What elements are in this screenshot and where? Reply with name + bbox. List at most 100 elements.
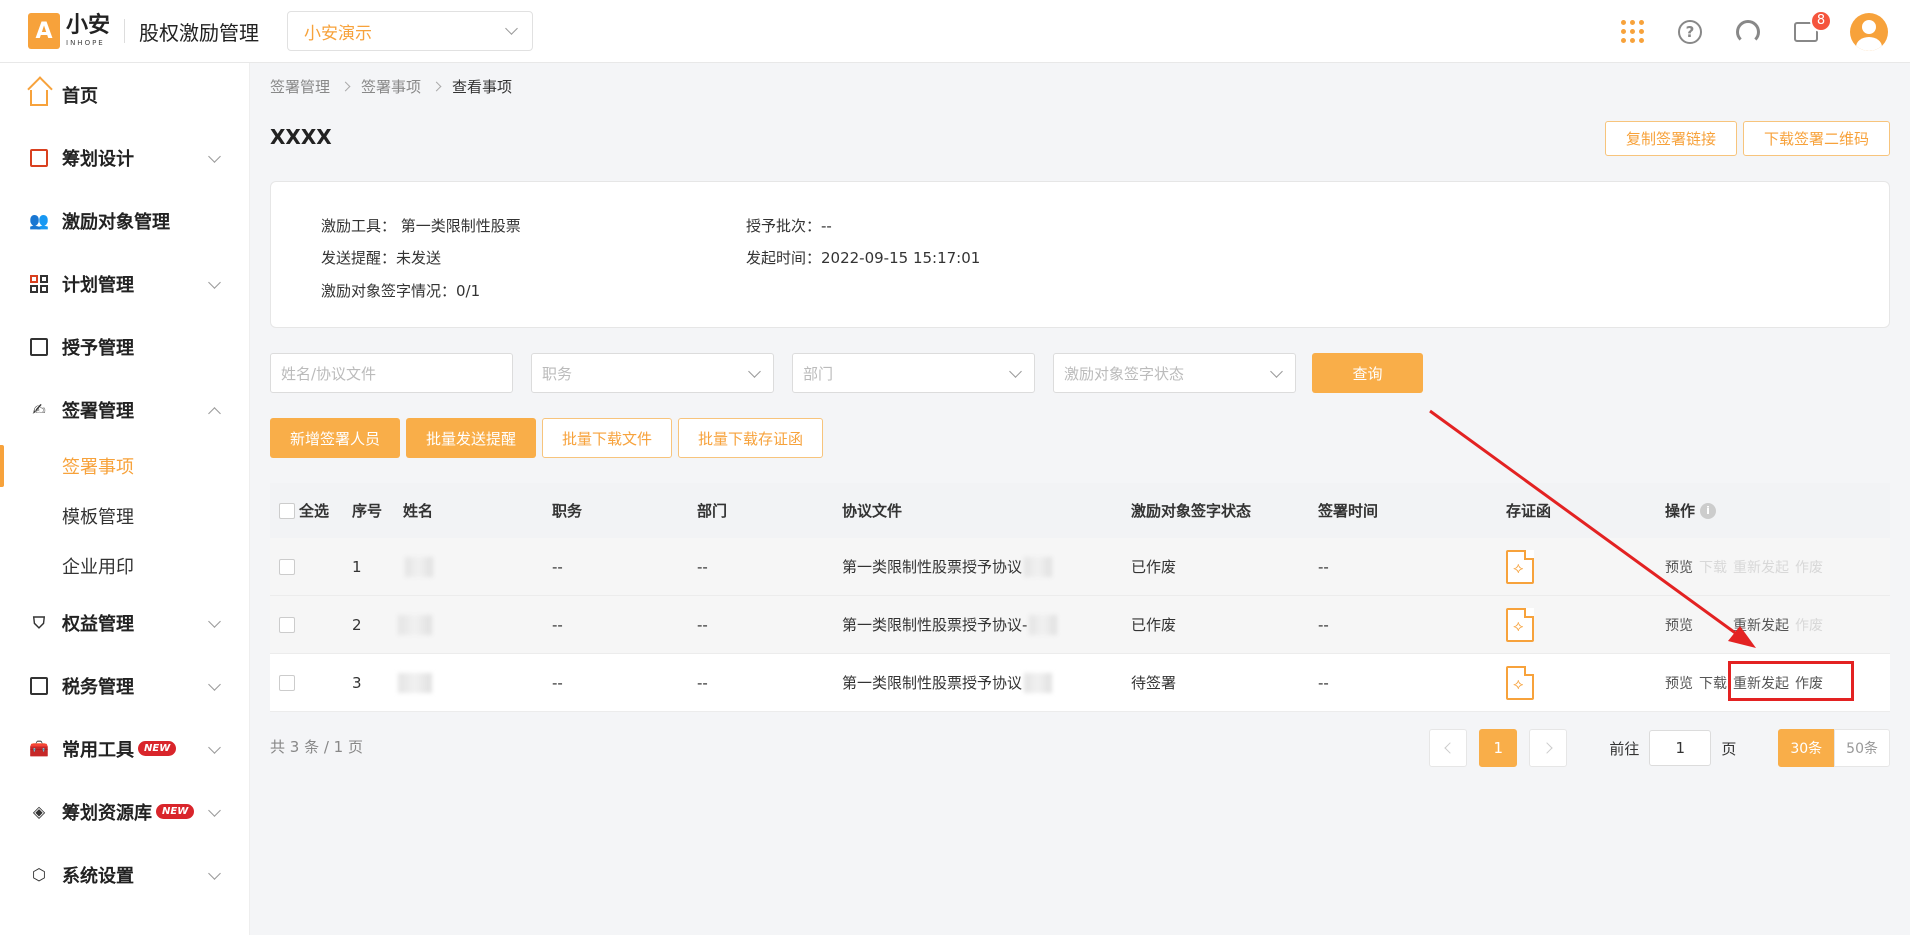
sign-status-select[interactable]: 激励对象签字状态: [1053, 353, 1296, 393]
sidebar-item-label: 筹划资源库: [62, 802, 152, 824]
page-size-50-button[interactable]: 50条: [1834, 729, 1890, 767]
top-header: A 小安 INHOPE 股权激励管理 小安演示 ? 8: [0, 0, 1910, 63]
logo-subtext: INHOPE: [66, 39, 105, 47]
company-select[interactable]: 小安演示: [287, 11, 534, 51]
page-number-button[interactable]: 1: [1479, 729, 1518, 767]
chevron-right-icon: [431, 81, 442, 92]
home-icon: [28, 84, 50, 106]
prev-page-button[interactable]: [1429, 729, 1468, 767]
chevron-down-icon: [208, 804, 221, 817]
chevron-right-icon: [340, 81, 351, 92]
help-icon[interactable]: ?: [1676, 18, 1704, 46]
sidebar-item-incentive-targets[interactable]: 👥 激励对象管理: [0, 189, 249, 252]
goto-page-input[interactable]: 1: [1649, 730, 1712, 766]
pdf-icon[interactable]: [1506, 549, 1534, 584]
sidebar-item-resource-library[interactable]: ◈ 筹划资源库 NEW: [0, 780, 249, 843]
customer-service-icon[interactable]: [1734, 18, 1762, 46]
chevron-down-icon: [1270, 365, 1283, 378]
sidebar-item-label: 常用工具: [62, 739, 134, 761]
batch-remind-button[interactable]: 批量发送提醒: [406, 418, 537, 458]
name-search-input[interactable]: 姓名/协议文件: [270, 353, 513, 393]
position-select[interactable]: 职务: [531, 353, 774, 393]
copy-sign-link-button[interactable]: 复制签署链接: [1604, 121, 1737, 156]
chevron-down-icon: [208, 867, 221, 880]
pdf-icon[interactable]: [1506, 607, 1534, 642]
chevron-left-icon: [1444, 742, 1456, 754]
sidebar-item-system-settings[interactable]: ⬡ 系统设置: [0, 843, 249, 906]
user-avatar[interactable]: [1850, 12, 1888, 51]
sidebar-item-label: 系统设置: [62, 865, 134, 887]
sign-status: 已作废: [1131, 558, 1177, 576]
info-batch: 授予批次：--: [746, 217, 832, 235]
sidebar-item-label: 筹划设计: [62, 148, 134, 170]
sidebar-item-label: 授予管理: [62, 337, 134, 359]
download-qr-button[interactable]: 下载签署二维码: [1742, 121, 1890, 156]
download-link[interactable]: 下载: [1699, 673, 1727, 693]
reinitiate-link[interactable]: 重新发起: [1733, 615, 1789, 635]
chevron-up-icon: [208, 407, 221, 420]
sidebar-item-home[interactable]: 首页: [0, 63, 249, 126]
company-select-value: 小安演示: [304, 23, 373, 44]
batch-download-button[interactable]: 批量下载文件: [542, 418, 673, 458]
query-button[interactable]: 查询: [1312, 353, 1423, 393]
agreement-file-link[interactable]: 第一类限制性股票授予协议-: [842, 614, 1027, 635]
blurred-suffix: [1029, 614, 1058, 635]
tax-icon: [28, 675, 50, 697]
batch-download-cert-button[interactable]: 批量下载存证函: [678, 418, 824, 458]
sidebar-subitem-sign-items[interactable]: 签署事项: [0, 441, 249, 491]
next-page-button[interactable]: [1529, 729, 1568, 767]
breadcrumb: 签署管理 签署事项 查看事项: [270, 76, 512, 97]
message-icon[interactable]: 8: [1792, 9, 1832, 46]
layers-icon: ◈: [32, 802, 46, 821]
logo[interactable]: A 小安 INHOPE: [28, 13, 110, 49]
sidebar-item-equity-management[interactable]: ⛉ 权益管理: [0, 591, 249, 654]
sidebar-item-planning-design[interactable]: 筹划设计: [0, 126, 249, 189]
breadcrumb-item[interactable]: 签署管理: [270, 76, 330, 97]
reinitiate-link: 重新发起: [1733, 559, 1789, 576]
void-link: 作废: [1795, 617, 1823, 634]
sidebar-item-common-tools[interactable]: 🧰 常用工具 NEW: [0, 717, 249, 780]
add-signer-button[interactable]: 新增签署人员: [270, 418, 401, 458]
chevron-down-icon: [748, 365, 761, 378]
sidebar-subitem-templates[interactable]: 模板管理: [0, 491, 249, 541]
sidebar-item-sign-management[interactable]: ✍ 签署管理: [0, 378, 249, 441]
blurred-suffix: [1024, 556, 1053, 577]
info-tool: 激励工具： 第一类限制性股票: [321, 217, 521, 235]
breadcrumb-item[interactable]: 签署事项: [361, 76, 421, 97]
info-icon[interactable]: i: [1700, 502, 1717, 519]
filter-bar: 姓名/协议文件 职务 部门 激励对象签字状态 查询: [270, 353, 1423, 393]
users-icon: 👥: [29, 211, 49, 230]
row-checkbox[interactable]: [279, 616, 295, 633]
apps-grid-icon[interactable]: [1618, 18, 1646, 46]
row-checkbox[interactable]: [279, 674, 295, 691]
preview-link[interactable]: 预览: [1665, 615, 1693, 635]
sidebar-item-grant-management[interactable]: 授予管理: [0, 315, 249, 378]
page-size-30-button[interactable]: 30条: [1778, 729, 1835, 767]
table-header: 全选 序号 姓名 职务 部门 协议文件 激励对象签字状态 签署时间 存证函 操作…: [270, 483, 1890, 538]
sidebar-item-plan-management[interactable]: 计划管理: [0, 252, 249, 315]
page-size-group: 30条 50条: [1778, 729, 1890, 767]
edit-icon: [28, 147, 50, 169]
preview-link[interactable]: 预览: [1665, 557, 1693, 577]
sign-status: 已作废: [1131, 616, 1177, 634]
sidebar-item-tax-management[interactable]: 税务管理: [0, 654, 249, 717]
row-checkbox[interactable]: [279, 558, 295, 575]
chevron-down-icon: [1009, 365, 1022, 378]
chevron-down-icon: [505, 22, 518, 35]
sign-status: 待签署: [1131, 674, 1177, 692]
dept-select[interactable]: 部门: [792, 353, 1035, 393]
sidebar-item-label: 签署管理: [62, 400, 134, 422]
table-row: 3 -- -- 第一类限制性股票授予协议 待签署 -- 预览 下载 重新发起 作…: [270, 654, 1890, 712]
agreement-file-link[interactable]: 第一类限制性股票授予协议: [842, 556, 1022, 577]
table-row: 1 -- -- 第一类限制性股票授予协议 已作废 -- 预览 下载 重新发起 作…: [270, 538, 1890, 596]
select-all-checkbox[interactable]: [279, 502, 295, 519]
document-icon: [28, 336, 50, 358]
goto-page: 前往 1 页: [1609, 730, 1736, 766]
shield-star-icon: ⛉: [32, 612, 45, 632]
sidebar-subitem-company-seal[interactable]: 企业用印: [0, 541, 249, 591]
pdf-icon[interactable]: [1506, 665, 1534, 700]
info-start-time: 发起时间：2022-09-15 15:17:01: [746, 249, 981, 267]
table-row: 2 -- -- 第一类限制性股票授予协议- 已作废 -- 预览 下载 重新发起 …: [270, 596, 1890, 654]
agreement-file-link[interactable]: 第一类限制性股票授予协议: [842, 672, 1022, 693]
preview-link[interactable]: 预览: [1665, 673, 1693, 693]
